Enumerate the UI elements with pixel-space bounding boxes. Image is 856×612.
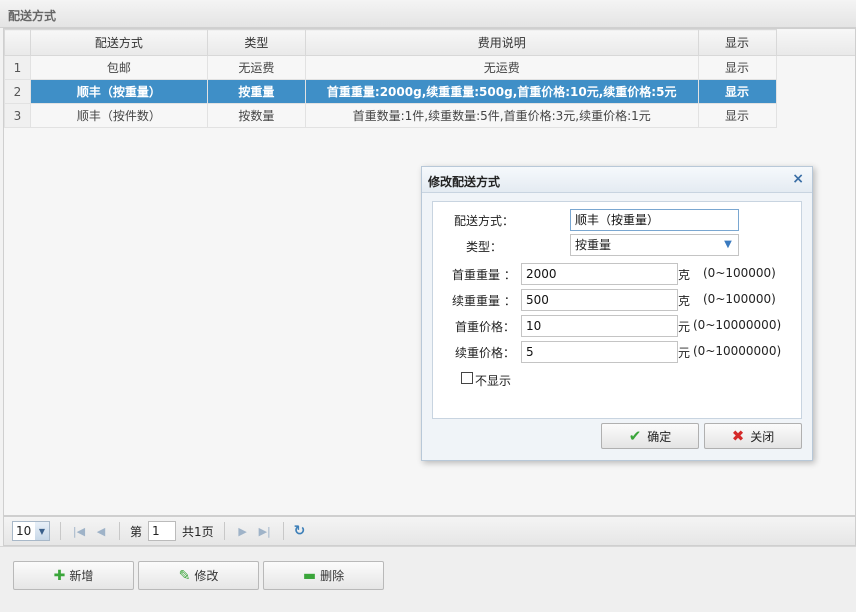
method-label: 配送方式：: [454, 214, 515, 228]
row-number: 1: [4, 55, 31, 80]
hide-checkbox[interactable]: [461, 372, 473, 384]
first-price-input[interactable]: 10: [521, 315, 678, 337]
first-weight-unit: 克: [678, 268, 691, 282]
plus-icon: ✚: [53, 567, 66, 584]
divider: [60, 522, 61, 540]
next-weight-label: 续重重量 ：: [452, 294, 516, 308]
first-price-unit: 元: [678, 320, 691, 334]
cell-name[interactable]: 包邮: [29, 55, 208, 80]
divider: [223, 522, 225, 540]
minus-icon: ▬: [302, 567, 317, 584]
close-button-label: 关闭: [750, 429, 775, 444]
cell-desc[interactable]: 首重数量:1件,续重数量:5件,首重价格:3元,续重价格:1元: [304, 103, 699, 128]
cell-show[interactable]: 显示: [697, 103, 777, 128]
pagination-bar: 10 ▼ |◀ ◀ 第 1 共1页 ▶ ▶| ↻: [3, 516, 856, 546]
pencil-icon: ✎: [178, 567, 191, 584]
next-weight-unit: 克: [678, 294, 691, 308]
add-button-label: 新增: [69, 569, 94, 583]
dialog-footer: ✔ 确定 ✖ 关闭: [422, 423, 812, 460]
first-price-range: (0~10000000): [693, 318, 782, 332]
page-prefix: 第: [130, 524, 143, 539]
cell-type[interactable]: 无运费: [206, 55, 306, 80]
table-header-row: 配送方式 类型 费用说明 显示: [4, 29, 855, 56]
cell-show[interactable]: 显示: [697, 55, 777, 80]
panel-title: 配送方式: [0, 0, 856, 28]
divider: [282, 522, 284, 540]
first-page-icon[interactable]: |◀: [71, 525, 87, 538]
type-select-value: 按重量: [575, 238, 612, 252]
next-weight-range: (0~100000): [703, 292, 776, 306]
page-size-select[interactable]: 10 ▼: [12, 521, 50, 541]
column-header-desc[interactable]: 费用说明: [304, 29, 699, 56]
cell-type[interactable]: 按重量: [206, 79, 306, 104]
first-weight-input[interactable]: 2000: [521, 263, 678, 285]
cell-type[interactable]: 按数量: [206, 103, 306, 128]
confirm-button[interactable]: ✔ 确定: [601, 423, 699, 449]
table-row[interactable]: 3 顺丰（按件数） 按数量 首重数量:1件,续重数量:5件,首重价格:3元,续重…: [4, 103, 856, 128]
delete-button-label: 删除: [320, 569, 345, 583]
rownum-header: [4, 29, 31, 56]
type-select[interactable]: 按重量 ▼: [570, 234, 739, 256]
row-number: 3: [4, 103, 31, 128]
page-number-input[interactable]: 1: [148, 521, 177, 541]
cell-desc[interactable]: 首重重量:2000g,续重重量:500g,首重价格:10元,续重价格:5元: [304, 79, 699, 104]
delete-button[interactable]: ▬ 删除: [263, 561, 384, 590]
cell-name[interactable]: 顺丰（按重量）: [29, 79, 208, 104]
hide-checkbox-label[interactable]: 不显示: [475, 372, 511, 389]
check-icon: ✔: [628, 427, 642, 445]
next-price-input[interactable]: 5: [521, 341, 678, 363]
close-icon[interactable]: ×: [792, 171, 804, 187]
close-button[interactable]: ✖ 关闭: [704, 423, 802, 449]
next-price-label: 续重价格：: [455, 346, 516, 360]
cell-show[interactable]: 显示: [697, 79, 777, 104]
edit-button[interactable]: ✎ 修改: [138, 561, 259, 590]
chevron-down-icon[interactable]: ▼: [721, 238, 735, 252]
next-page-icon[interactable]: ▶: [235, 525, 251, 538]
cell-desc[interactable]: 无运费: [304, 55, 699, 80]
column-header-type[interactable]: 类型: [206, 29, 306, 56]
close-x-icon: ✖: [731, 427, 745, 445]
page-total: 共1页: [182, 524, 214, 539]
last-page-icon[interactable]: ▶|: [257, 525, 273, 538]
prev-page-icon[interactable]: ◀: [93, 525, 109, 538]
column-header-name[interactable]: 配送方式: [29, 29, 208, 56]
add-button[interactable]: ✚ 新增: [13, 561, 134, 590]
cell-name[interactable]: 顺丰（按件数）: [29, 103, 208, 128]
next-price-range: (0~10000000): [693, 344, 782, 358]
first-price-label: 首重价格：: [455, 320, 516, 334]
first-weight-label: 首重重量 ：: [452, 268, 516, 282]
edit-dialog: 修改配送方式 × 配送方式： 顺丰（按重量） 类型： 按重量 ▼ 首重重量 ： …: [421, 166, 813, 461]
dialog-header: 修改配送方式 ×: [422, 167, 812, 193]
table-row-selected[interactable]: 2 顺丰（按重量） 按重量 首重重量:2000g,续重重量:500g,首重价格:…: [4, 79, 856, 104]
next-price-unit: 元: [678, 346, 691, 360]
row-number: 2: [4, 79, 31, 104]
method-name-input[interactable]: 顺丰（按重量）: [570, 209, 739, 231]
first-weight-range: (0~100000): [703, 266, 776, 280]
column-header-show[interactable]: 显示: [697, 29, 777, 56]
data-table: 配送方式 类型 费用说明 显示 1 包邮 无运费 无运费 显示 2 顺丰（按重量…: [4, 29, 855, 128]
table-row[interactable]: 1 包邮 无运费 无运费 显示: [4, 55, 856, 80]
edit-button-label: 修改: [194, 569, 219, 583]
page-size-value: 10: [16, 524, 32, 538]
dialog-title: 修改配送方式: [428, 175, 501, 189]
type-label: 类型：: [466, 240, 503, 254]
refresh-icon[interactable]: ↻: [294, 523, 306, 539]
next-weight-input[interactable]: 500: [521, 289, 678, 311]
chevron-down-icon[interactable]: ▼: [35, 522, 49, 540]
dialog-form: 配送方式： 顺丰（按重量） 类型： 按重量 ▼ 首重重量 ： 2000 克 (0…: [432, 201, 802, 419]
header-filler: [776, 29, 855, 56]
action-toolbar: ✚ 新增 ✎ 修改 ▬ 删除: [0, 546, 856, 612]
confirm-button-label: 确定: [647, 429, 672, 444]
divider: [119, 522, 120, 540]
